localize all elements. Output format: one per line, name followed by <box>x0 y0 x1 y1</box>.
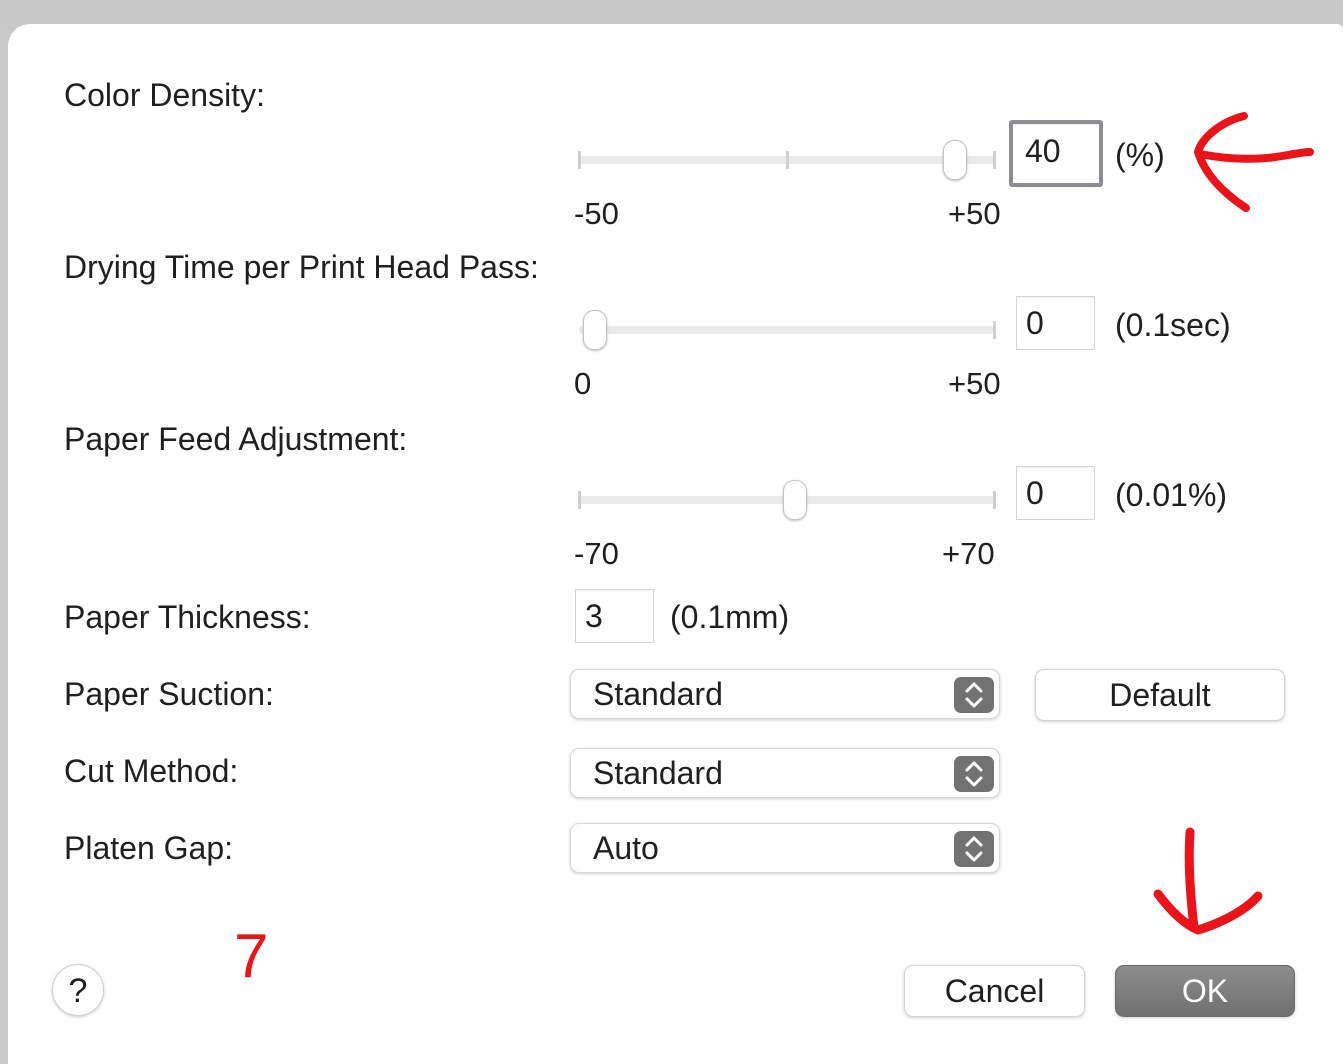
paper-suction-select[interactable]: Standard <box>570 669 1000 719</box>
cut-method-select[interactable]: Standard <box>570 748 1000 798</box>
color-density-input[interactable]: 40 <box>1009 120 1103 187</box>
slider-knob[interactable] <box>583 310 607 350</box>
red-arrow-left-icon <box>1194 112 1314 212</box>
slider-knob[interactable] <box>943 140 967 180</box>
paper-feed-unit: (0.01%) <box>1115 477 1228 513</box>
paper-thickness-unit: (0.1mm) <box>670 599 790 635</box>
color-density-unit: (%) <box>1115 137 1165 173</box>
drying-time-slider[interactable] <box>575 306 999 354</box>
color-density-label: Color Density: <box>64 77 265 113</box>
color-density-max-label: +50 <box>948 196 1001 231</box>
ok-button[interactable]: OK <box>1115 965 1295 1017</box>
drying-time-unit: (0.1sec) <box>1115 307 1231 343</box>
window-titlebar-strip <box>0 0 1343 24</box>
print-settings-sheet: Color Density: -50 +50 40 (%) Drying Tim… <box>8 24 1343 1064</box>
updown-chevron-icon <box>954 756 994 792</box>
paper-feed-input[interactable]: 0 <box>1016 466 1095 520</box>
cut-method-label: Cut Method: <box>64 753 239 789</box>
color-density-slider[interactable] <box>575 136 999 184</box>
slider-tick-mid <box>786 151 789 169</box>
paper-feed-max-label: +70 <box>942 536 995 571</box>
paper-thickness-label: Paper Thickness: <box>64 599 311 635</box>
slider-tick-max <box>993 151 996 169</box>
paper-feed-slider[interactable] <box>575 476 999 524</box>
paper-feed-min-label: -70 <box>574 536 619 571</box>
slider-tick-min <box>578 151 581 169</box>
drying-time-input[interactable]: 0 <box>1016 296 1095 350</box>
updown-chevron-icon <box>954 677 994 713</box>
red-arrow-down-icon <box>1153 827 1263 935</box>
paper-feed-label: Paper Feed Adjustment: <box>64 421 408 457</box>
platen-gap-value: Auto <box>593 830 659 866</box>
drying-time-max-label: +50 <box>948 366 1001 401</box>
updown-chevron-icon <box>954 831 994 867</box>
cancel-button[interactable]: Cancel <box>904 965 1085 1017</box>
slider-tick-min <box>578 491 581 509</box>
cut-method-value: Standard <box>593 755 723 791</box>
platen-gap-label: Platen Gap: <box>64 830 233 866</box>
slider-tick-max <box>993 491 996 509</box>
paper-suction-label: Paper Suction: <box>64 676 274 712</box>
default-button[interactable]: Default <box>1035 669 1285 721</box>
color-density-min-label: -50 <box>574 196 619 231</box>
drying-time-min-label: 0 <box>574 366 592 401</box>
paper-thickness-input[interactable]: 3 <box>575 589 654 643</box>
help-button[interactable]: ? <box>52 964 104 1016</box>
slider-knob[interactable] <box>783 480 807 520</box>
slider-track <box>579 326 995 334</box>
step-number-annotation: 7 <box>234 922 269 991</box>
platen-gap-select[interactable]: Auto <box>570 823 1000 873</box>
slider-tick-max <box>993 321 996 339</box>
paper-suction-value: Standard <box>593 676 723 712</box>
drying-time-label: Drying Time per Print Head Pass: <box>64 249 539 285</box>
